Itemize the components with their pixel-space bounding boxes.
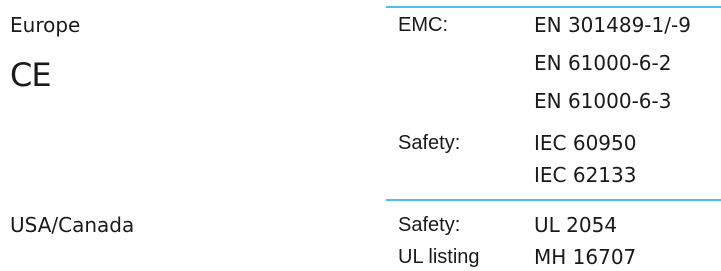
emc-value-1: EN 301489-1/-9: [534, 13, 691, 37]
us-safety-label: Safety:: [398, 214, 461, 236]
emc-value-3: EN 61000-6-3: [534, 89, 672, 113]
region-usa-canada-label: USA/Canada: [10, 213, 135, 237]
ul-listing-label: UL listing: [398, 246, 480, 268]
eu-safety-label: Safety:: [398, 132, 461, 154]
us-safety-value-1: UL 2054: [534, 213, 618, 237]
ce-mark-icon: CE: [10, 56, 52, 94]
emc-label: EMC:: [398, 14, 448, 36]
eu-safety-value-2: IEC 62133: [534, 163, 637, 187]
table-mid-rule: [386, 199, 721, 201]
table-top-rule: [386, 6, 721, 8]
eu-safety-value-1: IEC 60950: [534, 131, 637, 155]
region-europe-label: Europe: [10, 13, 81, 37]
emc-value-2: EN 61000-6-2: [534, 51, 672, 75]
ul-listing-value: MH 16707: [534, 245, 637, 269]
